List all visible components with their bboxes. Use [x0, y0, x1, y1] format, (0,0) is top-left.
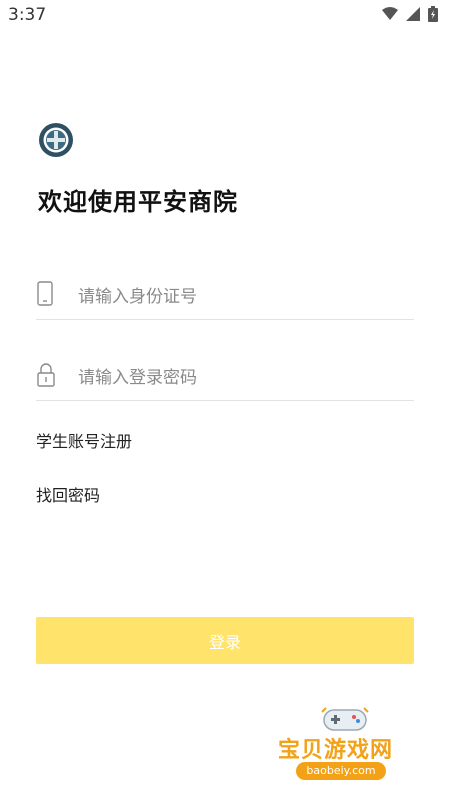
phone-icon: [37, 281, 53, 306]
forgot-password-link[interactable]: 找回密码: [36, 482, 100, 506]
login-button[interactable]: 登录: [36, 617, 414, 664]
battery-icon: [428, 6, 438, 22]
student-register-link[interactable]: 学生账号注册: [36, 428, 132, 452]
watermark-url: baobeiy.com: [296, 762, 386, 780]
school-logo: [39, 123, 73, 157]
gamepad-icon: [321, 707, 369, 731]
watermark-text: 宝贝游戏网: [278, 738, 394, 763]
welcome-title: 欢迎使用平安商院: [38, 188, 238, 216]
password-field[interactable]: 请输入登录密码: [36, 349, 414, 401]
lock-icon: [37, 363, 55, 387]
wifi-icon: [382, 7, 398, 20]
status-bar: 3:37: [0, 0, 450, 32]
watermark: 宝贝游戏网 baobeiy.com: [272, 700, 422, 792]
status-icons: [382, 6, 438, 22]
status-time: 3:37: [8, 5, 47, 25]
login-button-label: 登录: [208, 632, 241, 652]
id-number-input[interactable]: 请输入身份证号: [78, 282, 197, 307]
id-number-field[interactable]: 请输入身份证号: [36, 268, 414, 320]
signal-icon: [406, 7, 420, 21]
password-input[interactable]: 请输入登录密码: [78, 363, 197, 388]
